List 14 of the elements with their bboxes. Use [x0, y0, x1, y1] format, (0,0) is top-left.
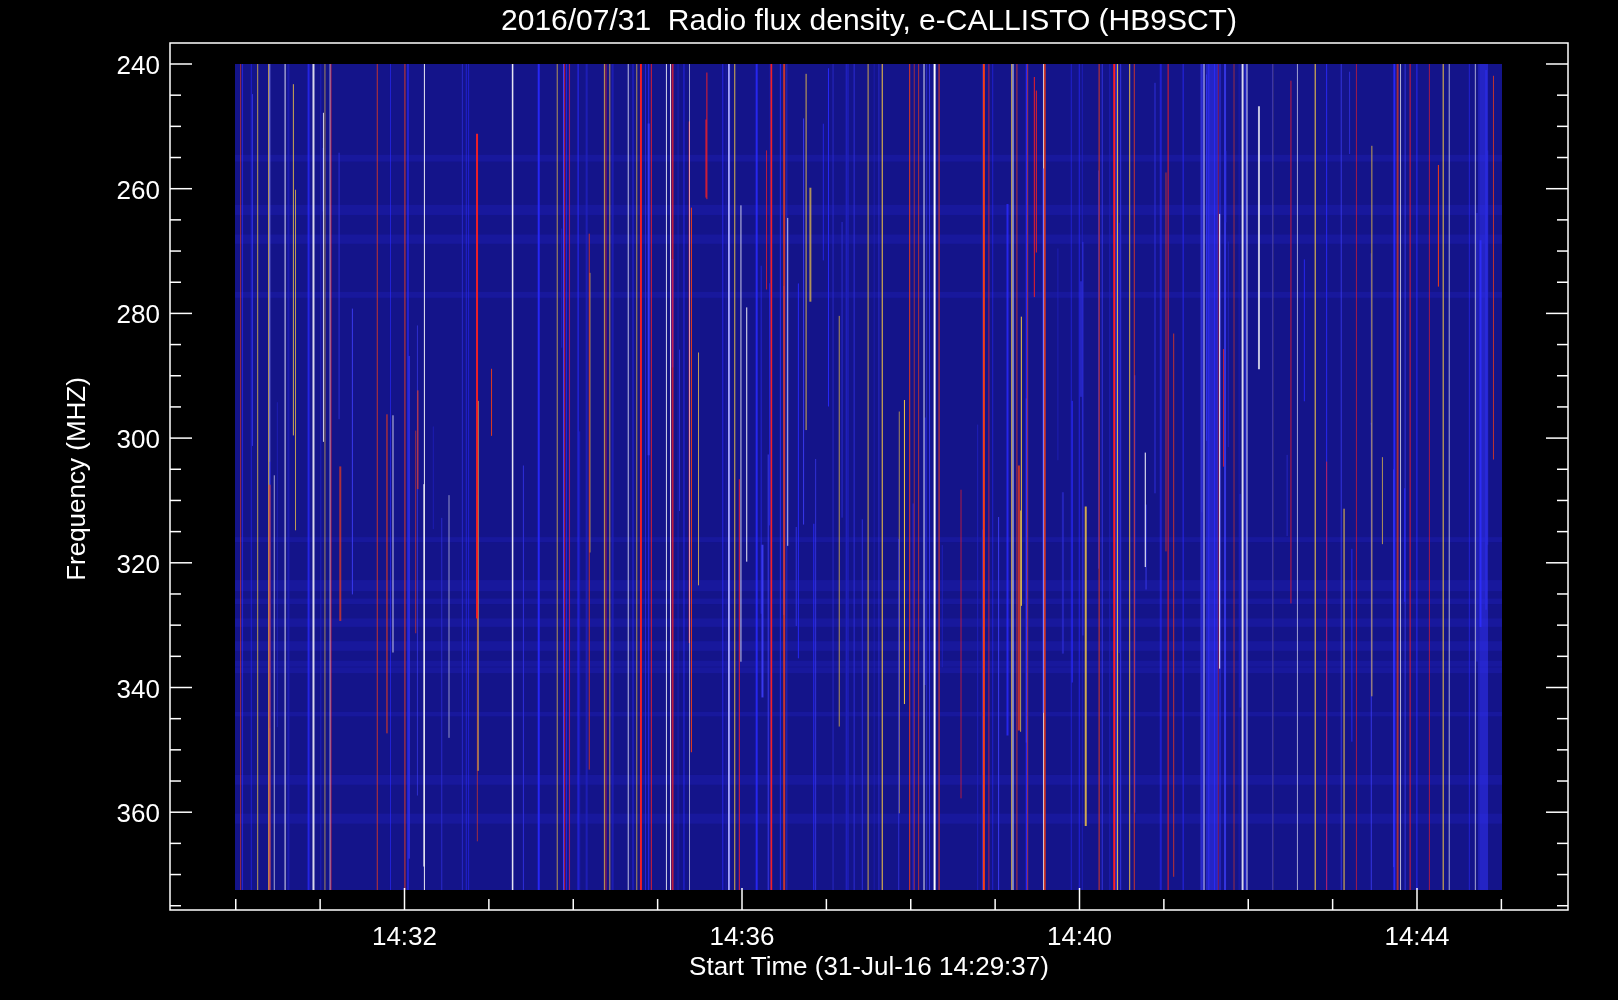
chart-title: 2016/07/31 Radio flux density, e-CALLISTO (HB9SCT)	[501, 3, 1237, 36]
y-axis-title: Frequency (MHZ)	[61, 377, 91, 581]
y-tick-label: 240	[116, 50, 160, 80]
x-axis-title: Start Time (31-Jul-16 14:29:37)	[689, 951, 1049, 981]
y-tick-label: 260	[116, 174, 160, 205]
y-tick-label: 360	[116, 798, 160, 829]
y-tick-label: 280	[116, 299, 160, 330]
x-tick-label: 14:36	[709, 921, 775, 951]
y-tick-label: 340	[116, 673, 160, 704]
x-tick-label: 14:40	[1046, 921, 1113, 951]
x-tick-label: 14:32	[371, 921, 438, 951]
x-tick-label: 14:44	[1384, 921, 1450, 951]
y-tick-label: 300	[116, 424, 160, 455]
y-tick-label: 320	[116, 548, 160, 579]
